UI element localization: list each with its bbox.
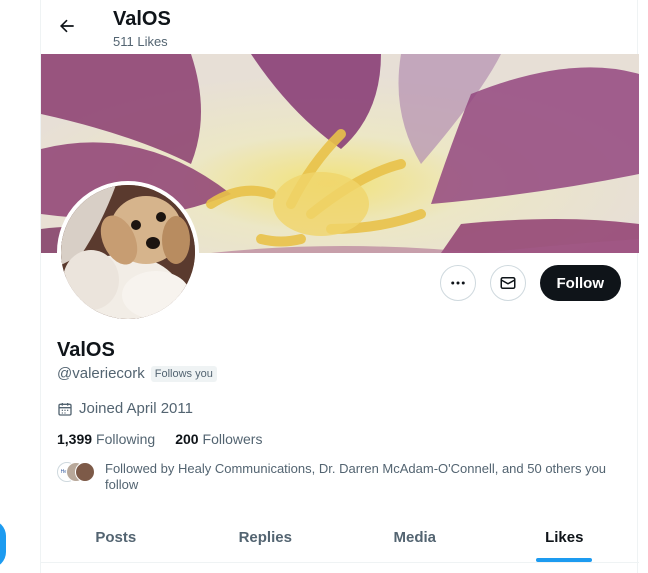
following-label: Following	[96, 431, 156, 447]
active-tab-indicator	[536, 558, 593, 562]
followers-link[interactable]: 200 Followers	[175, 431, 262, 447]
message-button[interactable]	[489, 265, 526, 301]
tab-likes[interactable]: Likes	[490, 513, 640, 562]
mail-icon	[500, 277, 515, 289]
profile-actions: Follow	[439, 265, 621, 301]
calendar-icon	[58, 402, 72, 416]
followed-by-avatars: Healy	[57, 462, 95, 482]
back-button[interactable]	[53, 12, 81, 40]
following-link[interactable]: 1,399 Following	[57, 431, 155, 447]
followed-by-text: Followed by Healy Communications, Dr. Da…	[105, 461, 607, 492]
back-arrow-icon	[60, 19, 74, 33]
profile-header-bar: ValOS 511 Likes	[41, 0, 639, 54]
compose-button[interactable]	[0, 520, 6, 568]
followed-by[interactable]: Healy Followed by Healy Communications, …	[57, 461, 627, 493]
follows-you-badge: Follows you	[150, 365, 217, 382]
tab-replies[interactable]: Replies	[191, 513, 341, 562]
joined-date: Joined April 2011	[57, 400, 193, 417]
followers-count: 200	[175, 431, 199, 447]
profile-display-name: ValOS	[57, 339, 115, 361]
more-button[interactable]	[439, 265, 476, 301]
profile-tabs: Posts Replies Media Likes	[41, 513, 639, 563]
header-likes-count: 511 Likes	[113, 34, 168, 49]
header-title: ValOS	[113, 8, 171, 30]
profile-avatar[interactable]	[57, 181, 199, 323]
profile-column: ValOS 511 Likes Follow ValOS @valeriecor…	[40, 0, 639, 573]
mini-avatar	[75, 462, 95, 482]
profile-handle: @valeriecork	[57, 365, 145, 382]
follow-stats: 1,399 Following 200 Followers	[57, 431, 262, 447]
joined-text: Joined April 2011	[79, 400, 193, 417]
avatar-dog-image	[61, 185, 195, 319]
tab-media[interactable]: Media	[340, 513, 490, 562]
follow-button[interactable]: Follow	[539, 265, 621, 301]
left-rail	[0, 0, 40, 573]
tab-posts[interactable]: Posts	[41, 513, 191, 562]
handle-row: @valeriecork Follows you	[57, 365, 217, 382]
more-icon	[450, 281, 465, 285]
followers-label: Followers	[202, 431, 263, 447]
following-count: 1,399	[57, 431, 93, 447]
